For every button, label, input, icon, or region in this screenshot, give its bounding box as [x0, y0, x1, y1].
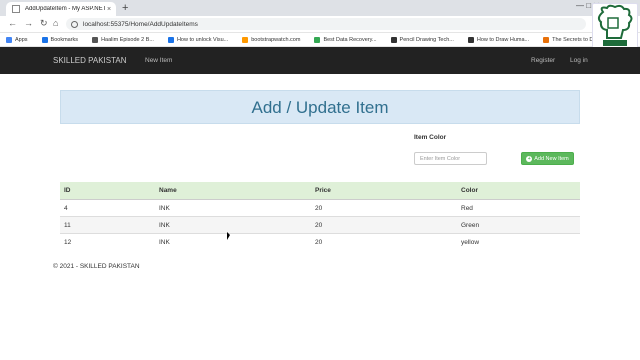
new-tab-icon[interactable]: +: [122, 2, 128, 14]
back-icon[interactable]: ←: [8, 18, 17, 28]
column-header-id: ID: [60, 182, 155, 200]
page-title: Add / Update Item: [251, 98, 389, 117]
browser-tab[interactable]: AddUpdateItem - My ASP.NET A ×: [6, 2, 116, 16]
table-header-row: ID Name Price Color: [60, 182, 580, 200]
item-color-input[interactable]: [414, 152, 487, 165]
home-icon[interactable]: ⌂: [53, 18, 58, 28]
url-text: localhost:55375/Home/AddUpdateItems: [83, 20, 198, 28]
nav-new-item[interactable]: New Item: [145, 57, 172, 64]
cell-price: 20: [311, 216, 457, 234]
cell-color: Red: [457, 199, 580, 217]
cell-price: 20: [311, 199, 457, 217]
cell-id: 11: [60, 216, 155, 234]
bookmark-item[interactable]: How to unlock Visu...: [167, 36, 228, 43]
cell-name: INK: [155, 216, 311, 234]
bookmark-icon: [92, 36, 99, 43]
bookmark-item[interactable]: bootstrapwatch.com: [242, 36, 300, 43]
cell-name: INK: [155, 233, 311, 250]
cell-id: 4: [60, 199, 155, 217]
bookmark-icon: [314, 36, 321, 43]
page-icon: [12, 5, 20, 13]
bookmark-item[interactable]: Haalim Episode 2 B...: [92, 36, 154, 43]
bookmark-icon: [467, 36, 474, 43]
bookmark-item[interactable]: Pencil Drawing Tech...: [390, 36, 454, 43]
column-header-color: Color: [457, 182, 580, 200]
bookmark-icon: [167, 36, 174, 43]
bookmark-item[interactable]: Apps: [6, 36, 28, 43]
info-icon[interactable]: [71, 20, 78, 28]
address-bar: ← → ↻ ⌂ localhost:55375/Home/AddUpdateIt…: [0, 16, 640, 33]
footer-text: © 2021 - SKILLED PAKISTAN: [53, 263, 140, 270]
add-new-item-label: Add New Item: [534, 155, 569, 162]
browser-tab-bar: AddUpdateItem - My ASP.NET A × + — □ ✕: [0, 0, 640, 16]
reload-icon[interactable]: ↻: [40, 18, 48, 29]
forward-icon[interactable]: →: [24, 18, 33, 28]
cell-price: 20: [311, 233, 457, 250]
cell-color: yellow: [457, 233, 580, 250]
column-header-name: Name: [155, 182, 311, 200]
cell-color: Green: [457, 216, 580, 234]
cell-id: 12: [60, 233, 155, 250]
add-new-item-button[interactable]: + Add New Item: [521, 152, 574, 165]
item-color-label: Item Color: [414, 134, 447, 141]
tab-title: AddUpdateItem - My ASP.NET A: [25, 6, 105, 12]
bookmark-icon: [390, 36, 397, 43]
bookmark-icon: [242, 36, 249, 43]
items-table: ID Name Price Color 4 INK 20 Red 11 INK …: [60, 182, 580, 250]
bookmarks-bar: Apps Bookmarks Haalim Episode 2 B... How…: [0, 33, 640, 47]
site-navbar: SKILLED PAKISTAN New Item Register Log i…: [0, 47, 640, 74]
apps-icon: [6, 36, 12, 43]
column-header-price: Price: [311, 182, 457, 200]
table-row[interactable]: 11 INK 20 Green: [60, 216, 580, 234]
close-icon[interactable]: ×: [107, 6, 111, 13]
table-row[interactable]: 12 INK 20 yellow: [60, 233, 580, 250]
cell-name: INK: [155, 199, 311, 217]
star-icon: [41, 36, 48, 43]
page-header: Add / Update Item: [60, 90, 580, 124]
bookmark-item[interactable]: Best Data Recovery...: [314, 36, 377, 43]
table-row[interactable]: 4 INK 20 Red: [60, 199, 580, 217]
nav-register[interactable]: Register: [531, 57, 555, 64]
bookmark-icon: [543, 36, 550, 43]
url-field[interactable]: localhost:55375/Home/AddUpdateItems: [66, 18, 586, 30]
mouse-cursor: [227, 232, 230, 240]
bookmark-item[interactable]: Bookmarks: [41, 36, 78, 43]
brand-link[interactable]: SKILLED PAKISTAN: [53, 56, 127, 65]
nav-login[interactable]: Log in: [570, 57, 588, 64]
bookmark-item[interactable]: How to Draw Huma...: [467, 36, 529, 43]
plus-icon: +: [526, 155, 533, 162]
